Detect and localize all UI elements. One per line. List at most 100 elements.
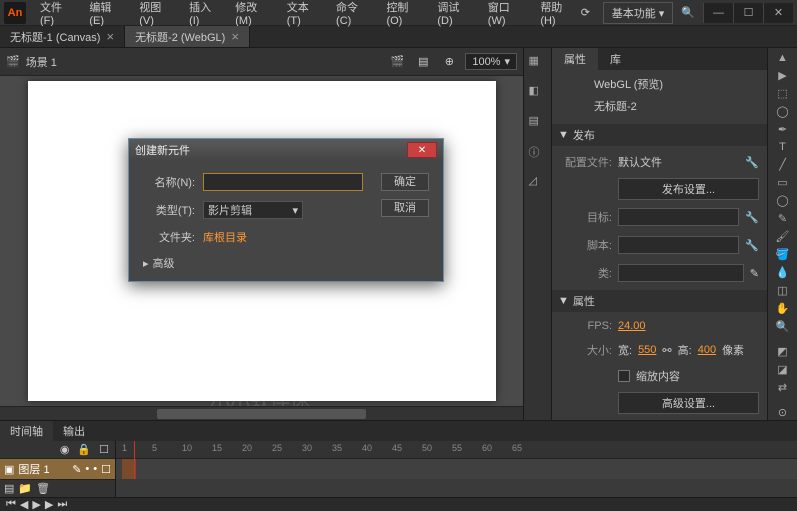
delete-layer-icon[interactable]: 🗑 [36,482,50,495]
outline-icon[interactable]: ☐ [99,443,109,456]
play-icon[interactable]: ▶ [32,498,40,511]
advanced-toggle[interactable]: ▸ 高级 [143,255,429,271]
advanced-settings-button[interactable]: 高级设置... [618,392,759,414]
name-input[interactable] [203,173,363,191]
menu-window[interactable]: 窗口(W) [480,0,531,31]
rectangle-tool-icon[interactable]: ▭ [773,176,793,189]
brush-tool-icon[interactable]: 🖌 [773,230,793,243]
ruler-tick: 60 [482,443,492,453]
doc-tab-1[interactable]: 无标题-1 (Canvas) × [0,26,125,47]
eraser-tool-icon[interactable]: ◫ [773,284,793,297]
workspace-selector[interactable]: 基本功能 ▾ [603,2,674,24]
swatches-icon[interactable]: ▤ [529,114,547,132]
tab-output[interactable]: 输出 [53,421,95,441]
height-label: 高: [678,342,692,358]
size-label: 大小: [560,342,612,358]
transform-tool-icon[interactable]: ⬚ [773,87,793,100]
menu-debug[interactable]: 调试(D) [429,0,477,31]
pencil-icon: ✎ [72,463,81,476]
fit-icon[interactable]: ⊕ [439,54,459,70]
zoom-tool-icon[interactable]: 🔍 [773,320,793,333]
publish-settings-button[interactable]: 发布设置... [618,178,759,200]
menu-help[interactable]: 帮助(H) [532,0,580,31]
type-select[interactable]: 影片剪辑 ▾ [203,201,303,219]
subselect-tool-icon[interactable]: ▶ [773,69,793,82]
menu-command[interactable]: 命令(C) [328,0,376,31]
align-icon[interactable]: ▦ [529,54,547,72]
swap-colors-icon[interactable]: ⇄ [773,381,793,394]
maximize-button[interactable]: ☐ [733,3,763,23]
wrench-icon[interactable]: 🔧 [745,156,759,169]
lock-icon[interactable]: 🔒 [77,443,91,456]
ok-button[interactable]: 确定 [381,173,429,191]
wrench-icon[interactable]: 🔧 [745,239,759,252]
selection-tool-icon[interactable]: ▲ [773,52,793,64]
section-attributes[interactable]: ▼ 属性 [552,290,767,312]
line-tool-icon[interactable]: ╱ [773,158,793,171]
oval-tool-icon[interactable]: ◯ [773,194,793,207]
doc-tab-2[interactable]: 无标题-2 (WebGL) × [125,26,250,47]
scale-checkbox[interactable] [618,370,630,382]
tab-library[interactable]: 库 [598,48,633,70]
tab-timeline[interactable]: 时间轴 [0,421,53,441]
eye-icon[interactable]: ◉ [60,443,70,456]
dialog-titlebar[interactable]: 创建新元件 ✕ [129,139,443,161]
info-icon[interactable]: ⓘ [529,144,547,162]
new-folder-icon[interactable]: 📁 [18,482,32,495]
playhead[interactable] [134,441,135,479]
fps-value[interactable]: 24.00 [618,320,646,332]
frame-ruler[interactable]: 15101520253035404550556065 [116,441,797,459]
properties-panel: 属性 库 WebGL (预览) 无标题-2 ▼ 发布 配置文件: 默认文件 🔧 … [551,48,767,420]
hand-tool-icon[interactable]: ✋ [773,302,793,315]
target-field[interactable] [618,208,739,226]
width-value[interactable]: 550 [638,344,656,356]
ruler-tick: 55 [452,443,462,453]
search-icon[interactable]: 🔍 [681,6,695,19]
edit-symbol-icon[interactable]: ▤ [413,54,433,70]
pencil-tool-icon[interactable]: ✎ [773,212,793,225]
color-icon[interactable]: ◧ [529,84,547,102]
workspace-label: 基本功能 [612,8,656,20]
folder-link[interactable]: 库根目录 [203,229,247,245]
new-layer-icon[interactable]: ▤ [4,482,14,495]
cancel-button[interactable]: 取消 [381,199,429,217]
script-field[interactable] [618,236,739,254]
sync-icon[interactable]: ⟳ [581,6,595,20]
stroke-color-icon[interactable]: ◩ [773,345,793,358]
pencil-icon[interactable]: ✎ [750,267,759,280]
tab-properties[interactable]: 属性 [552,48,598,70]
snap-icon[interactable]: ⊙ [773,406,793,419]
frames-area[interactable]: 15101520253035404550556065 [116,441,797,497]
eyedropper-tool-icon[interactable]: 💧 [773,266,793,279]
height-value[interactable]: 400 [698,344,716,356]
scrollbar-horizontal[interactable] [0,406,523,420]
close-icon[interactable]: × [231,29,239,44]
pen-tool-icon[interactable]: ✒ [773,123,793,136]
fill-color-icon[interactable]: ◪ [773,363,793,376]
link-icon[interactable]: ⚯ [662,344,671,357]
menu-text[interactable]: 文本(T) [279,0,326,31]
wrench-icon[interactable]: 🔧 [745,211,759,224]
section-publish[interactable]: ▼ 发布 [552,124,767,146]
frames-track[interactable] [116,459,797,479]
lasso-tool-icon[interactable]: ◯ [773,105,793,118]
scene-button[interactable]: 🎬 场景 1 [6,54,57,70]
width-label: 宽: [618,342,632,358]
edit-scene-icon[interactable]: 🎬 [387,54,407,70]
bucket-tool-icon[interactable]: 🪣 [773,248,793,261]
prev-frame-icon[interactable]: ◀ [20,498,28,511]
class-field[interactable] [618,264,744,282]
close-icon[interactable]: × [106,29,114,44]
transform-icon[interactable]: ◿ [529,174,547,192]
text-tool-icon[interactable]: T [773,141,793,153]
close-button[interactable]: ✕ [763,3,793,23]
layer-row[interactable]: ▣ 图层 1 ✎ ••☐ [0,459,115,479]
first-frame-icon[interactable]: ⏮ [6,498,16,511]
minimize-button[interactable]: — [703,3,733,23]
advanced-label: 高级 [153,255,175,271]
zoom-select[interactable]: 100%▾ [465,53,517,70]
dialog-close-button[interactable]: ✕ [407,142,437,158]
next-frame-icon[interactable]: ▶ [45,498,53,511]
last-frame-icon[interactable]: ⏭ [57,498,67,511]
menu-control[interactable]: 控制(O) [378,0,427,31]
